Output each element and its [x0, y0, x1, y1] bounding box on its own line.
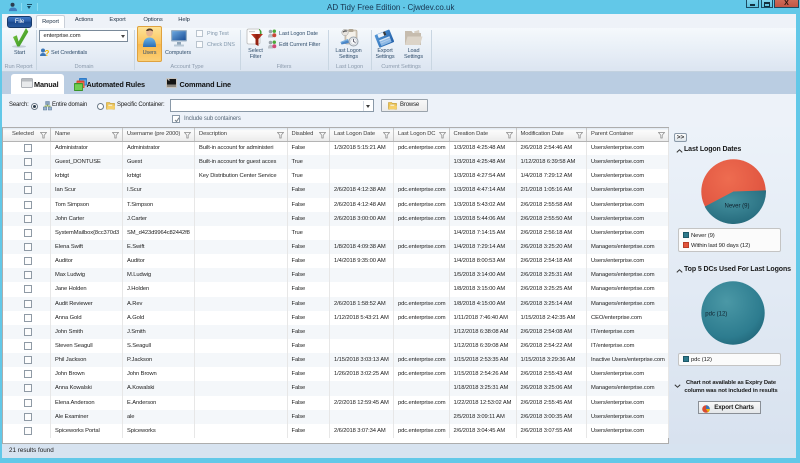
- svg-text:?: ?: [45, 49, 50, 57]
- svg-text:Never (9): Never (9): [724, 203, 749, 209]
- svg-text:pdc (12): pdc (12): [705, 312, 727, 318]
